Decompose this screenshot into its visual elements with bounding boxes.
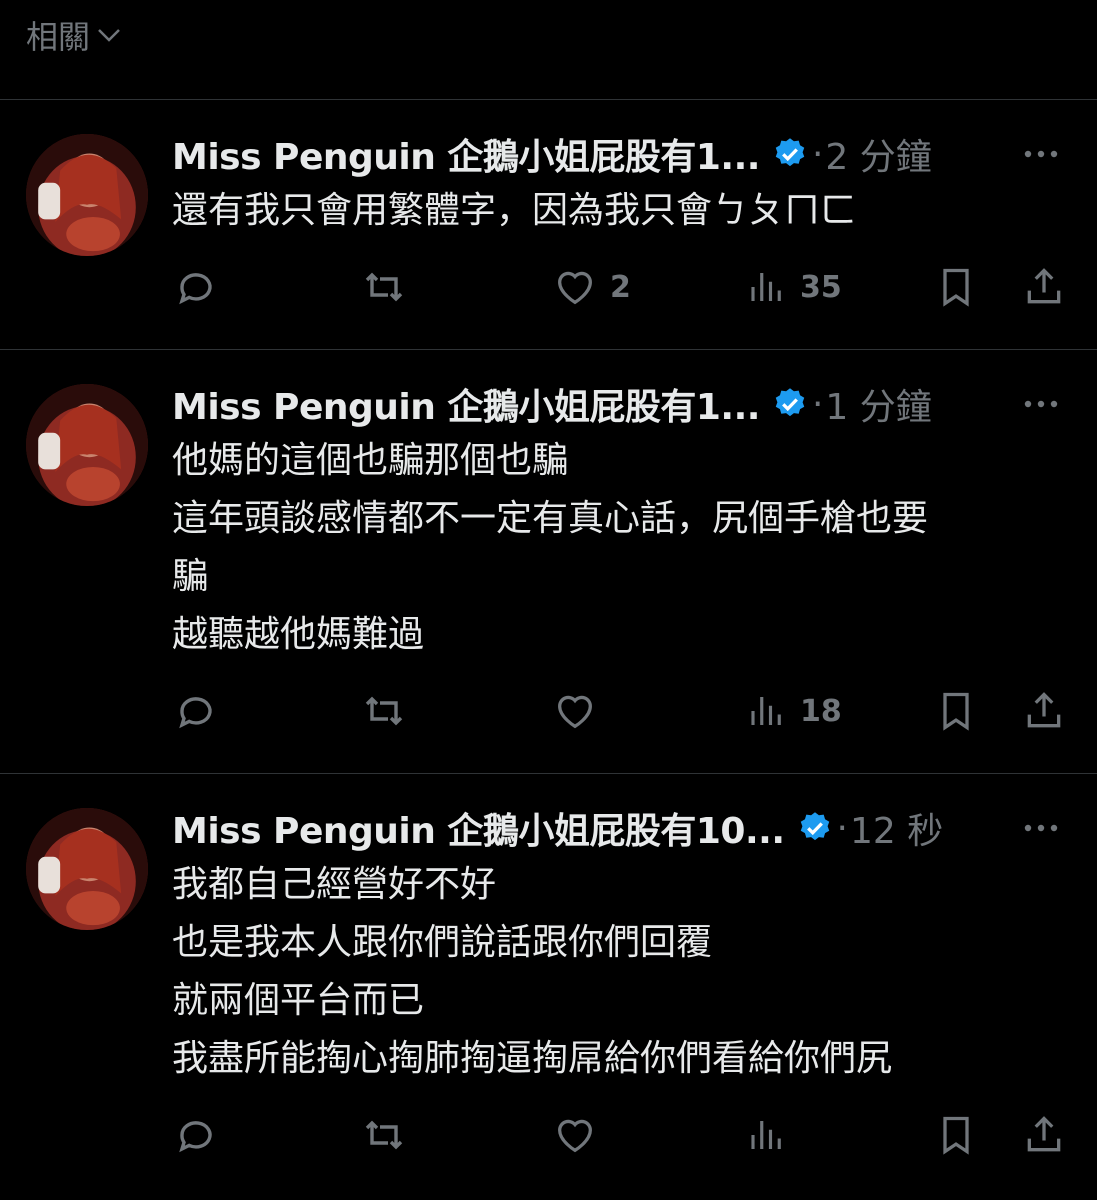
tweet-text-line: 也是我本人跟你們說話跟你們回覆 bbox=[172, 922, 713, 963]
verified-badge-icon bbox=[800, 812, 829, 841]
tweet-text-line: 就兩個平台而已 bbox=[172, 980, 425, 1021]
avatar-image bbox=[26, 808, 148, 930]
share-button[interactable] bbox=[1022, 265, 1066, 309]
retweet-button[interactable] bbox=[360, 263, 408, 311]
chevron-down-icon bbox=[98, 29, 120, 42]
separator: · bbox=[811, 383, 824, 425]
like-icon bbox=[558, 271, 592, 305]
display-name[interactable]: Miss Penguin 企鵝小姐屁股有1... bbox=[172, 378, 760, 430]
like-icon bbox=[558, 1119, 592, 1153]
reply-icon bbox=[179, 1121, 212, 1153]
related-header: 相關 bbox=[0, 0, 1097, 100]
like-button[interactable] bbox=[552, 1112, 610, 1158]
like-count: 2 bbox=[610, 269, 631, 305]
share-icon bbox=[1027, 1116, 1061, 1152]
views-icon bbox=[751, 1121, 781, 1149]
tweet-text-line: 他媽的這個也騙那個也騙 bbox=[172, 440, 569, 481]
bookmark-button[interactable] bbox=[934, 689, 978, 733]
avatar[interactable] bbox=[26, 134, 148, 256]
like-button[interactable]: 2 bbox=[552, 264, 631, 310]
tweet-text-line: 我都自己經營好不好 bbox=[172, 864, 497, 905]
separator: · bbox=[836, 807, 848, 849]
reply-icon bbox=[179, 273, 212, 305]
display-name[interactable]: Miss Penguin 企鵝小姐屁股有1... bbox=[172, 128, 760, 180]
avatar-image bbox=[26, 384, 148, 506]
like-button[interactable] bbox=[552, 688, 610, 734]
tweet-text-line: 我盡所能掏心掏肺掏逼掏屌給你們看給你們尻 bbox=[172, 1038, 893, 1079]
bookmark-icon bbox=[943, 692, 969, 731]
views-button[interactable]: 35 bbox=[746, 266, 842, 308]
avatar[interactable] bbox=[26, 808, 148, 930]
bookmark-button[interactable] bbox=[934, 265, 978, 309]
bookmark-button[interactable] bbox=[934, 1113, 978, 1157]
retweet-icon bbox=[365, 272, 403, 302]
display-name[interactable]: Miss Penguin 企鵝小姐屁股有10... bbox=[172, 802, 785, 854]
related-toggle[interactable]: 相關 bbox=[26, 12, 124, 58]
separator: · bbox=[811, 133, 824, 175]
tweet[interactable]: Miss Penguin 企鵝小姐屁股有1... · 2 分鐘 還有我只會用繁體… bbox=[0, 100, 1097, 350]
more-icon[interactable] bbox=[1021, 808, 1061, 848]
tweet-text-line: 騙 bbox=[172, 556, 209, 597]
retweet-icon bbox=[365, 696, 403, 726]
avatar-image bbox=[26, 134, 148, 256]
action-bar: 18 bbox=[172, 686, 1075, 736]
tweet-text-line: 越聽越他媽難過 bbox=[172, 614, 425, 655]
verified-badge-icon bbox=[775, 138, 805, 167]
share-icon bbox=[1027, 268, 1061, 304]
retweet-icon bbox=[365, 1120, 403, 1150]
more-icon[interactable] bbox=[1021, 384, 1061, 424]
bookmark-icon bbox=[943, 1116, 969, 1155]
more-icon[interactable] bbox=[1021, 134, 1061, 174]
views-count: 35 bbox=[800, 269, 842, 305]
reply-icon bbox=[179, 697, 212, 729]
tweet-text: 他媽的這個也騙那個也騙 這年頭談感情都不一定有真心話，尻個手槍也要 騙 越聽越他… bbox=[172, 432, 1073, 664]
reply-button[interactable] bbox=[172, 263, 220, 311]
views-button[interactable] bbox=[746, 1114, 800, 1156]
reply-button[interactable] bbox=[172, 1111, 220, 1159]
share-icon bbox=[1027, 692, 1061, 728]
tweet[interactable]: Miss Penguin 企鵝小姐屁股有10... · 12 秒 我都自己經營好… bbox=[0, 774, 1097, 1198]
tweet-text: 還有我只會用繁體字，因為我只會ㄅㄆㄇㄈ bbox=[172, 182, 1073, 240]
tweet-header: Miss Penguin 企鵝小姐屁股有1... · 2 分鐘 bbox=[172, 128, 1073, 180]
like-icon bbox=[558, 695, 592, 729]
tweet-text-line: 還有我只會用繁體字，因為我只會ㄅㄆㄇㄈ bbox=[172, 190, 857, 231]
views-icon bbox=[751, 697, 781, 725]
tweet-text: 我都自己經營好不好 也是我本人跟你們說話跟你們回覆 就兩個平台而已 我盡所能掏心… bbox=[172, 856, 1073, 1088]
timestamp[interactable]: 12 秒 bbox=[850, 802, 943, 854]
action-bar: 2 35 bbox=[172, 262, 1075, 312]
bookmark-icon bbox=[943, 268, 969, 307]
share-button[interactable] bbox=[1022, 689, 1066, 733]
tweet-text-line: 這年頭談感情都不一定有真心話，尻個手槍也要 bbox=[172, 498, 929, 539]
retweet-button[interactable] bbox=[360, 1111, 408, 1159]
tweet-header: Miss Penguin 企鵝小姐屁股有10... · 12 秒 bbox=[172, 802, 1073, 854]
timestamp[interactable]: 1 分鐘 bbox=[825, 378, 931, 430]
action-bar bbox=[172, 1110, 1075, 1160]
avatar[interactable] bbox=[26, 384, 148, 506]
tweet[interactable]: Miss Penguin 企鵝小姐屁股有1... · 1 分鐘 他媽的這個也騙那… bbox=[0, 350, 1097, 774]
views-count: 18 bbox=[800, 693, 842, 729]
views-icon bbox=[751, 273, 781, 301]
retweet-button[interactable] bbox=[360, 687, 408, 735]
reply-button[interactable] bbox=[172, 687, 220, 735]
tweet-header: Miss Penguin 企鵝小姐屁股有1... · 1 分鐘 bbox=[172, 378, 1073, 430]
views-button[interactable]: 18 bbox=[746, 690, 842, 732]
timestamp[interactable]: 2 分鐘 bbox=[825, 128, 931, 180]
share-button[interactable] bbox=[1022, 1113, 1066, 1157]
related-label: 相關 bbox=[26, 18, 91, 56]
verified-badge-icon bbox=[775, 388, 805, 417]
